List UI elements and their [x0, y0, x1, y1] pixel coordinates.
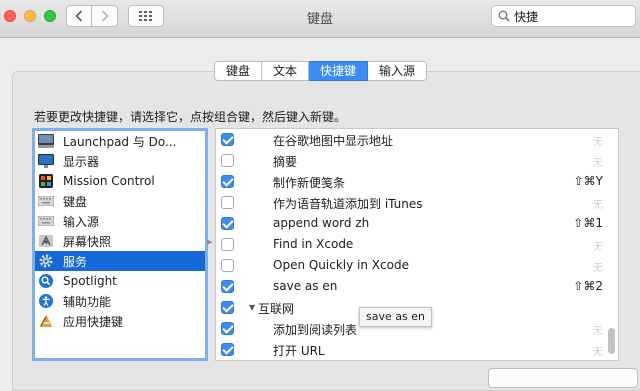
shortcut-checkbox[interactable] [221, 280, 234, 293]
shortcut-checkbox[interactable] [221, 343, 234, 356]
shortcut-label: 添加到阅读列表 [273, 323, 358, 337]
restore-defaults-button[interactable] [488, 368, 638, 388]
category-label: 显示器 [63, 154, 100, 169]
tab-bar: 键盘 文本 快捷键 输入源 [214, 61, 428, 81]
category-label: 键盘 [63, 194, 88, 209]
keyboard-icon [38, 193, 54, 209]
tab-keyboard[interactable]: 键盘 [214, 61, 263, 81]
category-label: 服务 [63, 254, 88, 269]
shortcut-key[interactable]: 无 [593, 154, 603, 169]
category-label: Mission Control [63, 174, 155, 188]
tab-input-sources[interactable]: 输入源 [368, 61, 428, 81]
search-icon [498, 10, 510, 22]
shortcut-row[interactable]: 打开 URL 无 [216, 339, 608, 360]
pane-splitter-handle[interactable]: ▶ [207, 238, 212, 246]
category-label: Spotlight [63, 274, 117, 288]
shortcut-row[interactable]: save as en ⇧⌘2 [216, 276, 608, 297]
shortcut-label: Find in Xcode [273, 237, 354, 251]
tooltip: save as en [359, 307, 432, 327]
group-checkbox[interactable] [221, 301, 234, 314]
category-item-mission-control[interactable]: Mission Control [35, 171, 205, 191]
shortcut-label: 在谷歌地图中显示地址 [273, 134, 394, 148]
shortcut-label: append word zh [273, 216, 370, 230]
category-item-spotlight[interactable]: Spotlight [35, 271, 205, 291]
tab-text[interactable]: 文本 [262, 61, 310, 81]
scrollbar-thumb[interactable] [608, 328, 615, 354]
category-item-display[interactable]: 显示器 [35, 151, 205, 171]
category-item-screenshots[interactable]: 屏幕快照 [35, 231, 205, 251]
search-field[interactable] [491, 5, 636, 27]
mission-control-icon [38, 173, 54, 189]
shortcut-row[interactable]: 在谷歌地图中显示地址 无 [216, 129, 608, 150]
screenshot-icon [38, 233, 54, 249]
disclosure-triangle-icon[interactable]: ▼ [249, 303, 255, 312]
shortcut-key[interactable]: ⇧⌘Y [574, 174, 603, 188]
shortcut-row[interactable]: 摘要 无 [216, 150, 608, 171]
shortcut-label: 作为语音轨道添加到 iTunes [273, 197, 423, 211]
shortcut-key[interactable]: ⇧⌘2 [573, 279, 603, 293]
shortcut-label: 打开 URL [273, 344, 325, 358]
display-icon [38, 153, 54, 169]
shortcut-key[interactable]: 无 [593, 133, 603, 148]
category-label: Launchpad 与 Do... [63, 134, 177, 149]
shortcut-label: 制作新便笺条 [273, 176, 346, 190]
group-label: 互联网 [258, 302, 295, 316]
category-item-launchpad[interactable]: Launchpad 与 Do... [35, 131, 205, 151]
spotlight-icon [38, 273, 54, 289]
category-list[interactable]: Launchpad 与 Do... 显示器 Mission Control 键盘… [32, 128, 208, 361]
category-item-services[interactable]: 服务 [35, 251, 205, 271]
shortcut-label: save as en [273, 279, 338, 293]
shortcut-key[interactable]: 无 [593, 259, 603, 274]
category-item-app-shortcuts[interactable]: 应用快捷键 [35, 311, 205, 331]
shortcut-checkbox[interactable] [221, 154, 234, 167]
shortcut-row[interactable]: 制作新便笺条 ⇧⌘Y [216, 171, 608, 192]
shortcut-row[interactable]: 作为语音轨道添加到 iTunes 无 [216, 192, 608, 213]
shortcut-key[interactable]: ⇧⌘1 [573, 216, 603, 230]
search-input[interactable] [514, 8, 629, 24]
shortcut-row[interactable]: Find in Xcode 无 [216, 234, 608, 255]
shortcut-key[interactable]: 无 [593, 196, 603, 211]
category-label: 辅助功能 [63, 294, 112, 309]
shortcut-label: 摘要 [273, 155, 298, 169]
shortcut-key[interactable]: 无 [593, 238, 603, 253]
category-item-accessibility[interactable]: 辅助功能 [35, 291, 205, 311]
gear-icon [38, 253, 54, 269]
launchpad-icon [38, 133, 54, 149]
category-label: 输入源 [63, 214, 100, 229]
shortcut-checkbox[interactable] [221, 217, 234, 230]
shortcut-row[interactable]: append word zh ⇧⌘1 [216, 213, 608, 234]
shortcut-label: Open Quickly in Xcode [273, 258, 409, 272]
shortcut-row[interactable]: Open Quickly in Xcode 无 [216, 255, 608, 276]
shortcut-checkbox[interactable] [221, 322, 234, 335]
app-shortcuts-icon [38, 313, 54, 329]
shortcut-checkbox[interactable] [221, 196, 234, 209]
accessibility-icon [38, 293, 54, 309]
shortcut-key[interactable]: 无 [593, 322, 603, 337]
shortcut-checkbox[interactable] [221, 133, 234, 146]
shortcut-checkbox[interactable] [221, 238, 234, 251]
category-item-keyboard[interactable]: 键盘 [35, 191, 205, 211]
shortcut-checkbox[interactable] [221, 175, 234, 188]
tab-shortcuts[interactable]: 快捷键 [309, 61, 369, 81]
shortcut-key[interactable]: 无 [593, 343, 603, 358]
category-item-input-sources[interactable]: 输入源 [35, 211, 205, 231]
instruction-text: 若要更改快捷键，请选择它，点按组合键，然后键入新键。 [34, 110, 347, 124]
category-label: 屏幕快照 [63, 234, 112, 249]
title-bar: 键盘 [0, 0, 640, 38]
shortcut-checkbox[interactable] [221, 259, 234, 272]
keyboard-icon [38, 213, 54, 229]
category-label: 应用快捷键 [63, 314, 124, 329]
